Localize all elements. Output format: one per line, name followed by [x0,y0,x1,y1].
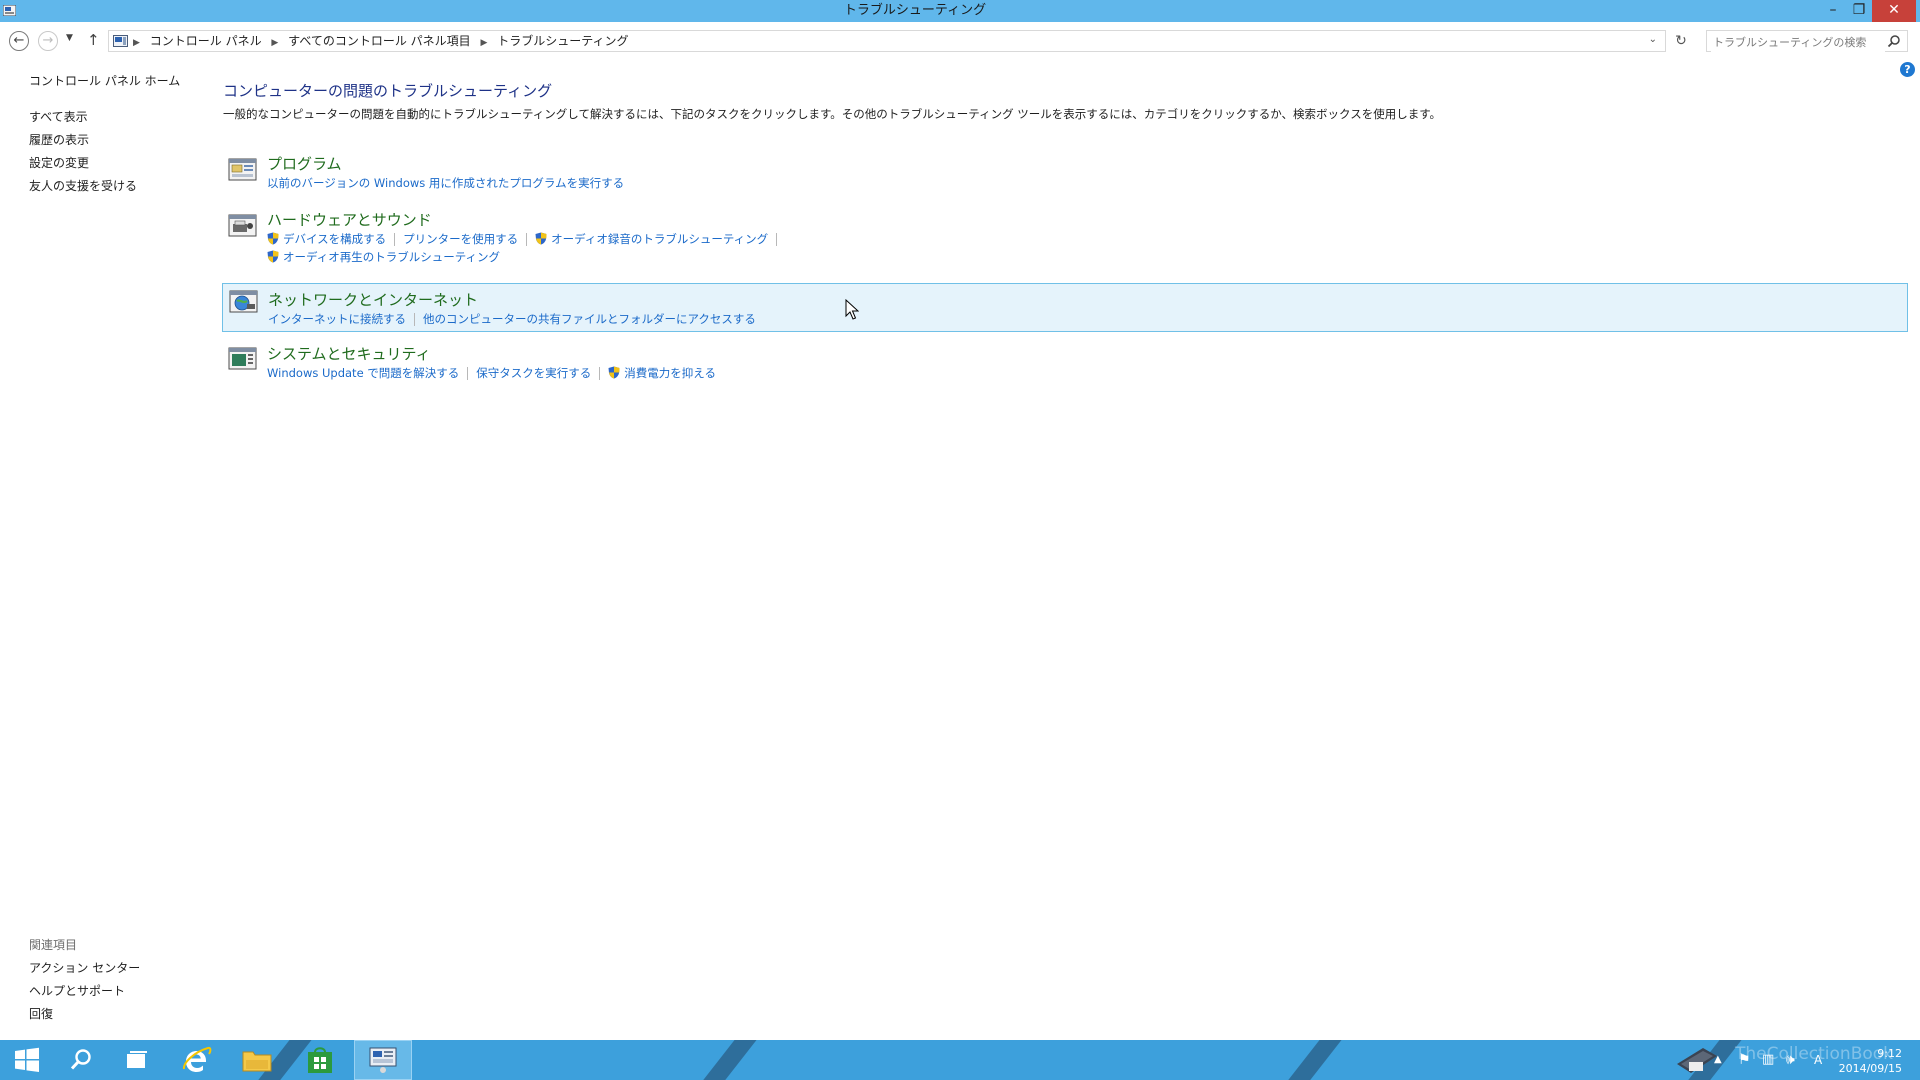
category-programs[interactable]: プログラム 以前のバージョンの Windows 用に作成されたプログラムを実行す… [222,152,1908,204]
run-legacy-programs-link[interactable]: 以前のバージョンの Windows 用に作成されたプログラムを実行する [267,176,624,190]
store-icon [308,1047,332,1073]
back-button[interactable]: ← [9,31,29,51]
search-button[interactable] [54,1040,108,1080]
control-panel-icon [113,35,128,47]
breadcrumb: ▶ コントロール パネル ▶ すべてのコントロール パネル項目 ▶ トラブルシュ… [133,31,629,53]
forward-button[interactable]: → [38,31,58,51]
related-section: 関連項目 アクション センター ヘルプとサポート 回復 [29,934,140,1026]
task-link-get-help-from-friend[interactable]: 友人の支援を受ける [29,175,209,198]
connect-to-internet-link[interactable]: インターネットに接続する [268,312,406,326]
category-links: デバイスを構成する プリンターを使用する オーディオ録音のトラブルシューティング [267,231,785,247]
watermark-text: TheCollectionBook [1735,1044,1894,1064]
link-divider [394,233,396,246]
show-hidden-icons-chevron-icon[interactable]: ▲ [1714,1040,1722,1080]
address-bar[interactable]: ▶ コントロール パネル ▶ すべてのコントロール パネル項目 ▶ トラブルシュ… [108,30,1666,52]
uac-shield-icon [535,232,547,245]
folder-icon [242,1051,272,1072]
category-network-and-internet[interactable]: ネットワークとインターネット インターネットに接続する 他のコンピューターの共有フ… [222,283,1908,332]
left-navigation-pane: コントロール パネル ホーム すべて表示 履歴の表示 設定の変更 友人の支援を受… [29,72,209,198]
breadcrumb-separator-icon[interactable]: ▶ [271,38,278,48]
category-links: オーディオ再生のトラブルシューティング [267,249,500,265]
audio-recording-troubleshoot-link[interactable]: オーディオ録音のトラブルシューティング [535,232,768,246]
link-divider [599,367,601,380]
breadcrumb-separator-icon: ▶ [133,38,140,48]
store-button[interactable] [293,1040,347,1080]
control-panel-icon [369,1047,397,1073]
control-panel-home-link[interactable]: コントロール パネル ホーム [29,72,209,89]
category-links: Windows Update で問題を解決する 保守タスクを実行する 消費電力を抑え… [267,365,716,381]
internet-explorer-button[interactable] [170,1040,224,1080]
category-title[interactable]: ネットワークとインターネット [268,289,478,310]
mouse-cursor-icon [845,299,859,320]
page-title: コンピューターの問題のトラブルシューティング [223,82,553,100]
related-link-action-center[interactable]: アクション センター [29,957,140,980]
refresh-button[interactable]: ↻ [1671,31,1691,51]
taskbar: ▲ ⚑ ▥ 🕪 A 9:12 2014/09/15 [0,1040,1920,1080]
link-text[interactable]: オーディオ録音のトラブルシューティング [551,232,768,246]
help-icon[interactable]: ? [1900,62,1915,77]
file-explorer-button[interactable] [230,1040,284,1080]
recent-locations-chevron-icon[interactable]: ▼ [66,33,73,43]
task-view-icon [127,1051,147,1068]
search-icon [70,1049,91,1070]
network-internet-icon [229,290,258,313]
uac-shield-icon [267,232,279,245]
window-title: トラブルシューティング [843,3,987,18]
configure-device-link[interactable]: デバイスを構成する [267,232,386,246]
background-stripe [1272,1040,1350,1080]
category-hardware-and-sound[interactable]: ハードウェアとサウンド デバイスを構成する プリンターを使用する オーディオ録音のト… [222,208,1908,276]
link-text[interactable]: 消費電力を抑える [624,366,716,380]
related-link-recovery[interactable]: 回復 [29,1003,140,1026]
category-links: 以前のバージョンの Windows 用に作成されたプログラムを実行する [267,175,624,191]
search-input[interactable] [1711,32,1885,53]
search-box[interactable] [1706,30,1908,53]
hardware-sound-icon [228,214,257,237]
reduce-power-usage-link[interactable]: 消費電力を抑える [608,366,716,380]
category-system-and-security[interactable]: システムとセキュリティ Windows Update で問題を解決する 保守タスク… [222,341,1908,393]
category-title[interactable]: プログラム [267,153,342,174]
up-arrow-icon[interactable]: ↑ [87,31,100,49]
related-header: 関連項目 [29,938,78,952]
breadcrumb-separator-icon[interactable]: ▶ [480,38,487,48]
uac-shield-icon [608,366,620,379]
task-link-show-all[interactable]: すべて表示 [29,106,209,129]
link-text[interactable]: デバイスを構成する [283,232,386,246]
minimize-button[interactable]: – [1820,0,1846,22]
task-link-view-history[interactable]: 履歴の表示 [29,129,209,152]
close-button[interactable]: ✕ [1872,0,1916,22]
system-security-icon [228,347,257,370]
use-printer-link[interactable]: プリンターを使用する [403,232,518,246]
category-title[interactable]: システムとセキュリティ [267,343,431,364]
start-button[interactable] [0,1040,54,1080]
uac-shield-icon [267,250,279,263]
link-divider [467,367,469,380]
related-link-help-and-support[interactable]: ヘルプとサポート [29,980,140,1003]
audio-playback-troubleshoot-link[interactable]: オーディオ再生のトラブルシューティング [267,250,500,264]
windows-logo-icon [15,1047,39,1072]
access-shared-files-link[interactable]: 他のコンピューターの共有ファイルとフォルダーにアクセスする [423,312,756,326]
link-divider [414,313,415,326]
page-description: 一般的なコンピューターの問題を自動的にトラブルシューティングして解決するには、下… [223,107,1442,121]
title-bar: トラブルシューティング – ❐ ✕ [0,0,1920,22]
breadcrumb-item[interactable]: コントロール パネル [150,34,262,48]
windows-update-troubleshoot-link[interactable]: Windows Update で問題を解決する [267,366,459,380]
breadcrumb-item[interactable]: トラブルシューティング [497,34,628,48]
programs-icon [228,158,257,181]
task-view-button[interactable] [110,1040,164,1080]
run-maintenance-tasks-link[interactable]: 保守タスクを実行する [476,366,591,380]
restore-button[interactable]: ❐ [1846,0,1872,22]
address-dropdown-chevron-icon[interactable]: ⌄ [1649,34,1657,45]
category-links: インターネットに接続する 他のコンピューターの共有ファイルとフォルダーにアクセスす… [268,311,756,327]
search-icon[interactable] [1887,34,1901,48]
link-text[interactable]: オーディオ再生のトラブルシューティング [283,250,500,264]
navigation-bar: ← → ▼ ↑ ▶ コントロール パネル ▶ すべてのコントロール パネル項目 … [0,22,1920,59]
background-stripe [687,1040,765,1080]
task-link-change-settings[interactable]: 設定の変更 [29,152,209,175]
control-panel-taskbar-button[interactable] [354,1040,412,1080]
category-title[interactable]: ハードウェアとサウンド [267,209,432,230]
link-divider [776,233,778,246]
breadcrumb-item[interactable]: すべてのコントロール パネル項目 [288,34,471,48]
internet-explorer-icon [182,1046,212,1072]
link-divider [526,233,528,246]
